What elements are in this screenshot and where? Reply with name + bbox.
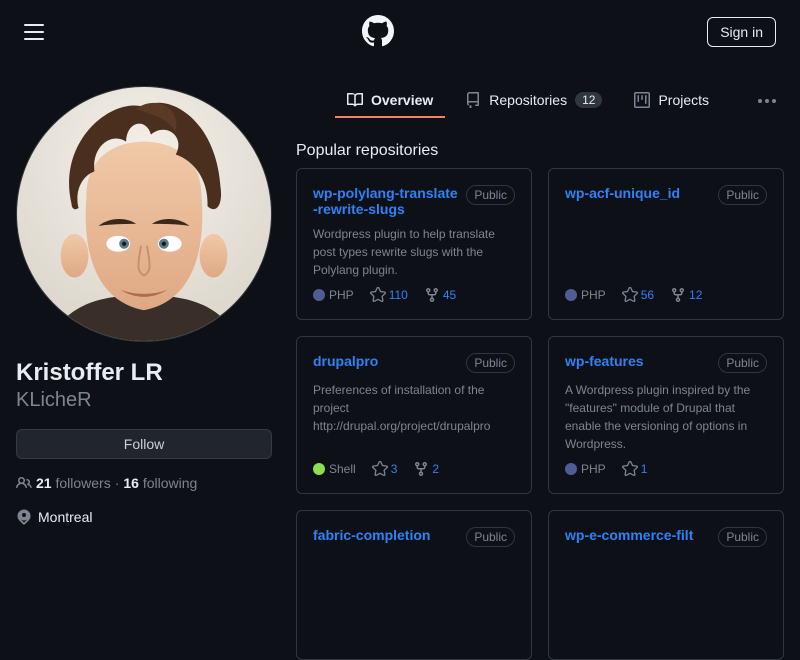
repo-language: PHP xyxy=(565,462,606,476)
repo-language: PHP xyxy=(313,288,354,302)
repo-icon xyxy=(465,92,481,108)
star-icon xyxy=(372,461,388,477)
visibility-badge: Public xyxy=(718,353,767,373)
fork-icon xyxy=(670,287,686,303)
follow-button[interactable]: Follow xyxy=(16,429,272,459)
profile-location: Montreal xyxy=(16,509,272,525)
following-link[interactable]: 16 following xyxy=(123,475,197,491)
repo-language: Shell xyxy=(313,462,356,476)
star-icon xyxy=(622,287,638,303)
tab-projects-label: Projects xyxy=(658,92,709,108)
forks-link[interactable]: 2 xyxy=(413,461,439,477)
location-text: Montreal xyxy=(38,509,92,525)
pinned-repo-card: drupalpro Public Preferences of installati… xyxy=(296,336,532,494)
profile-fullname: Kristoffer LR xyxy=(16,358,272,388)
forks-link[interactable]: 12 xyxy=(670,287,702,303)
profile-main: Popular repositories wp-polylang-transla… xyxy=(296,134,784,660)
pinned-repo-card: wp-polylang-translate-rewrite-slugs Publi… xyxy=(296,168,532,320)
github-logo-icon[interactable] xyxy=(362,15,394,50)
repo-language: PHP xyxy=(565,288,606,302)
profile-username: KLicheR xyxy=(16,388,272,413)
star-icon xyxy=(622,461,638,477)
stars-link[interactable]: 3 xyxy=(372,461,398,477)
language-color-icon xyxy=(565,463,577,475)
book-icon xyxy=(347,92,363,108)
repo-description: A Wordpress plugin inspired by the "feat… xyxy=(565,381,767,453)
pinned-repo-card: wp-e-commerce-filt Public xyxy=(548,510,784,660)
followers-following: 21 followers · 16 following xyxy=(16,475,272,491)
tab-repositories-label: Repositories xyxy=(489,92,567,108)
project-icon xyxy=(634,92,650,108)
visibility-badge: Public xyxy=(466,527,515,547)
repo-name-link[interactable]: wp-acf-unique_id xyxy=(565,185,710,201)
pinned-repos-grid: wp-polylang-translate-rewrite-slugs Publi… xyxy=(296,168,784,660)
repo-name-link[interactable]: wp-polylang-translate-rewrite-slugs xyxy=(313,185,458,217)
sign-in-button[interactable]: Sign in xyxy=(707,17,776,47)
repo-name-link[interactable]: drupalpro xyxy=(313,353,458,369)
repo-name-link[interactable]: wp-features xyxy=(565,353,710,369)
stars-link[interactable]: 110 xyxy=(370,287,408,303)
menu-icon[interactable] xyxy=(24,20,48,44)
tab-overview[interactable]: Overview xyxy=(335,84,445,118)
people-icon xyxy=(16,475,32,491)
repo-description: Wordpress plugin to help translate post … xyxy=(313,225,515,279)
language-color-icon xyxy=(313,463,325,475)
tab-repositories[interactable]: Repositories 12 xyxy=(453,84,614,118)
repo-name-link[interactable]: wp-e-commerce-filt xyxy=(565,527,710,543)
profile-sidebar: Kristoffer LR KLicheR Follow 21 follower… xyxy=(16,134,272,660)
visibility-badge: Public xyxy=(466,185,515,205)
language-color-icon xyxy=(565,289,577,301)
pinned-repo-card: wp-acf-unique_id Public PHP 56 12 xyxy=(548,168,784,320)
fork-icon xyxy=(424,287,440,303)
tab-projects[interactable]: Projects xyxy=(622,84,721,118)
forks-link[interactable]: 45 xyxy=(424,287,456,303)
avatar[interactable] xyxy=(16,86,272,342)
repositories-count-badge: 12 xyxy=(575,92,602,108)
tab-overview-label: Overview xyxy=(371,92,433,108)
pinned-repo-card: wp-features Public A Wordpress plugin insp… xyxy=(548,336,784,494)
global-header: Sign in xyxy=(0,0,800,64)
popular-repositories-title: Popular repositories xyxy=(296,142,784,160)
repo-description: Preferences of installation of the proje… xyxy=(313,381,515,453)
star-icon xyxy=(370,287,386,303)
visibility-badge: Public xyxy=(718,185,767,205)
fork-icon xyxy=(413,461,429,477)
pinned-repo-card: fabric-completion Public xyxy=(296,510,532,660)
repo-name-link[interactable]: fabric-completion xyxy=(313,527,458,543)
stars-link[interactable]: 56 xyxy=(622,287,654,303)
visibility-badge: Public xyxy=(466,353,515,373)
more-tabs-icon[interactable] xyxy=(750,91,784,111)
stars-link[interactable]: 1 xyxy=(622,461,648,477)
language-color-icon xyxy=(313,289,325,301)
followers-link[interactable]: 21 followers xyxy=(36,475,111,491)
location-icon xyxy=(16,509,32,525)
visibility-badge: Public xyxy=(718,527,767,547)
